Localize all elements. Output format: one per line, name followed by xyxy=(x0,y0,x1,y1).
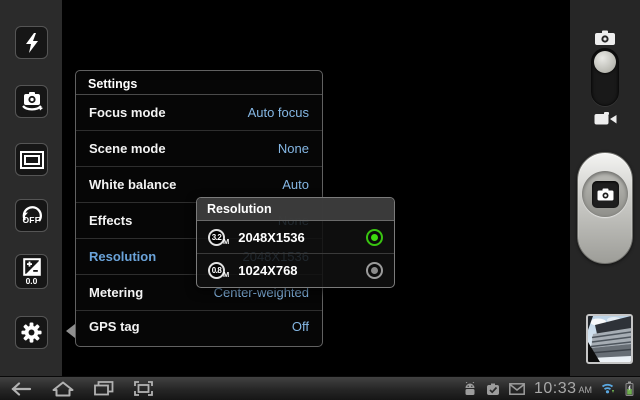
flash-button[interactable] xyxy=(15,26,48,59)
home-button[interactable] xyxy=(52,381,74,397)
radio-dot xyxy=(371,234,378,241)
resolution-option-1024x768[interactable]: 0.8 M 1024X768 xyxy=(197,254,394,287)
system-bar: 10:33 AM xyxy=(0,376,640,400)
back-icon xyxy=(10,382,32,396)
recent-apps-icon xyxy=(94,381,114,396)
exposure-button[interactable]: 0.0 xyxy=(15,254,48,289)
email-icon[interactable] xyxy=(509,383,525,395)
setting-label: Focus mode xyxy=(89,105,166,120)
left-toolbar: OFF 0.0 xyxy=(0,0,62,376)
shooting-mode-icon xyxy=(20,151,44,169)
timer-state-label: OFF xyxy=(23,215,41,225)
setting-value: None xyxy=(278,141,309,156)
task-check-icon[interactable] xyxy=(486,382,500,396)
back-button[interactable] xyxy=(10,382,32,396)
radio-dot xyxy=(371,267,378,274)
shutter-square xyxy=(592,181,619,208)
switch-camera-icon xyxy=(20,91,44,113)
setting-value: Auto focus xyxy=(248,105,309,120)
switch-camera-button[interactable] xyxy=(15,85,48,118)
resolution-option-label: 2048X1536 xyxy=(238,230,305,245)
settings-panel-title: Settings xyxy=(76,71,322,95)
megapixel-unit: M xyxy=(223,237,229,246)
setting-label: White balance xyxy=(89,177,176,192)
camcorder-icon xyxy=(594,112,617,126)
timer-button[interactable]: OFF xyxy=(15,199,48,232)
screenshot-icon xyxy=(134,381,153,396)
battery-icon[interactable] xyxy=(625,381,634,396)
settings-row-scene-mode[interactable]: Scene mode None xyxy=(76,131,322,167)
flash-icon xyxy=(24,33,40,53)
shutter-button[interactable] xyxy=(577,152,633,264)
panel-pointer-arrow xyxy=(66,324,75,338)
clock-time: 10:33 xyxy=(534,380,577,398)
radio-selected-icon[interactable] xyxy=(366,229,383,246)
thumbnail-photo xyxy=(588,316,631,362)
resolution-popup-title: Resolution xyxy=(197,198,394,221)
gear-icon xyxy=(20,321,43,344)
wifi-icon[interactable] xyxy=(601,382,616,395)
exposure-value-label: 0.0 xyxy=(26,277,38,285)
setting-label: GPS tag xyxy=(89,319,140,334)
toggle-knob[interactable] xyxy=(594,51,616,73)
clock[interactable]: 10:33 AM xyxy=(534,380,592,398)
clock-meridiem: AM xyxy=(579,385,593,395)
setting-value: Off xyxy=(292,319,309,334)
exposure-icon xyxy=(23,258,41,276)
recent-apps-button[interactable] xyxy=(94,381,114,396)
status-cluster: 10:33 AM xyxy=(463,380,640,398)
shutter-inner-circle xyxy=(582,171,628,217)
setting-label: Scene mode xyxy=(89,141,166,156)
setting-label: Effects xyxy=(89,213,132,228)
android-robot-icon[interactable] xyxy=(463,382,477,396)
setting-value: Auto xyxy=(282,177,309,192)
settings-button[interactable] xyxy=(15,316,48,349)
camera-shutter-icon xyxy=(597,188,614,201)
radio-unselected-icon[interactable] xyxy=(366,262,383,279)
megapixel-unit: M xyxy=(223,270,229,279)
shooting-mode-button[interactable] xyxy=(15,143,48,176)
timer-icon: OFF xyxy=(19,203,45,229)
screenshot-button[interactable] xyxy=(134,381,153,396)
setting-label: Metering xyxy=(89,285,143,300)
settings-row-focus-mode[interactable]: Focus mode Auto focus xyxy=(76,95,322,131)
camera-video-toggle[interactable] xyxy=(591,48,619,106)
resolution-option-label: 1024X768 xyxy=(238,263,297,278)
setting-label: Resolution xyxy=(89,249,156,264)
home-icon xyxy=(52,381,74,397)
still-camera-icon xyxy=(594,30,616,46)
last-photo-thumbnail[interactable] xyxy=(586,314,633,364)
camera-app-screen: OFF 0.0 xyxy=(0,0,640,400)
resolution-popup: Resolution 3.2 M 2048X1536 0.8 M 1024X76… xyxy=(196,197,395,288)
settings-row-gps-tag[interactable]: GPS tag Off xyxy=(76,311,322,341)
resolution-option-2048x1536[interactable]: 3.2 M 2048X1536 xyxy=(197,221,394,254)
